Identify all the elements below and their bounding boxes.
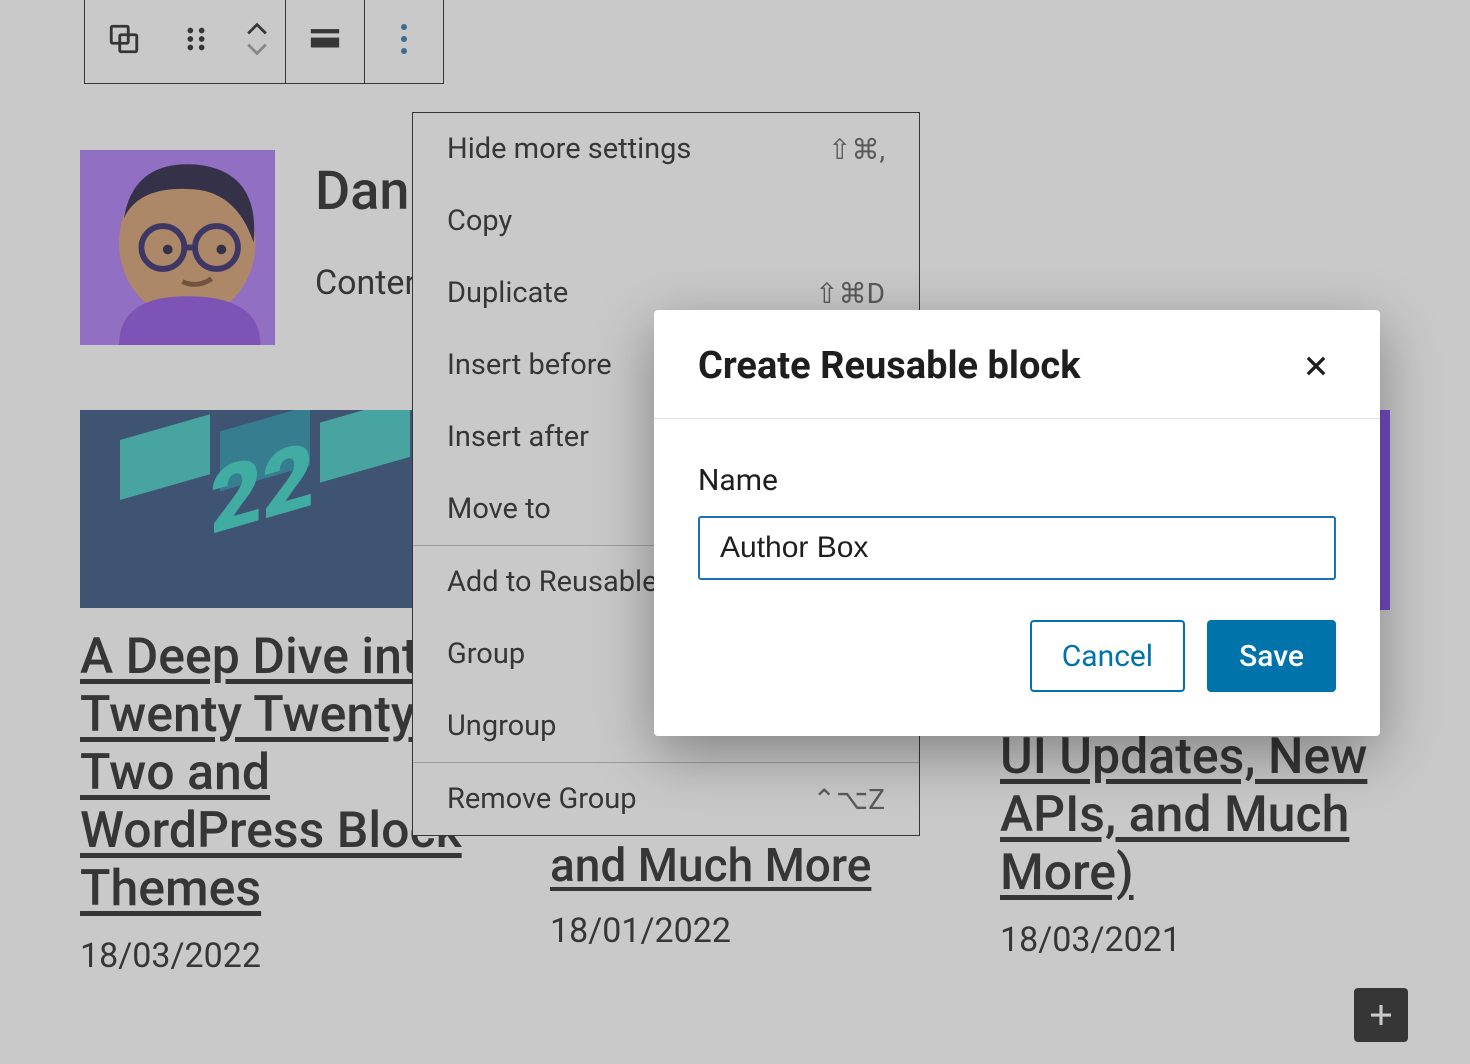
name-field-label: Name — [698, 463, 1336, 498]
block-type-button[interactable] — [85, 0, 163, 83]
name-input[interactable] — [698, 516, 1336, 580]
post-title[interactable]: and Much More — [550, 840, 928, 893]
plus-icon — [1366, 1000, 1396, 1030]
cancel-button[interactable]: Cancel — [1030, 620, 1185, 692]
save-button[interactable]: Save — [1207, 620, 1336, 692]
close-button[interactable] — [1296, 346, 1336, 386]
menu-item-label: Group — [447, 637, 525, 671]
modal-title: Create Reusable block — [698, 344, 1081, 388]
menu-item-label: Hide more settings — [447, 132, 691, 166]
more-options-button[interactable] — [365, 0, 443, 83]
menu-item-remove-group[interactable]: Remove Group ⌃⌥Z — [413, 763, 919, 835]
drag-handle[interactable] — [163, 0, 229, 83]
create-reusable-block-modal: Create Reusable block Name Cancel Save — [654, 310, 1380, 736]
menu-item-shortcut: ⌃⌥Z — [812, 783, 885, 816]
menu-item-label: Copy — [447, 204, 512, 238]
menu-item-label: Insert after — [447, 420, 589, 454]
menu-item-label: Ungroup — [447, 709, 556, 743]
add-block-button[interactable] — [1354, 988, 1408, 1042]
menu-item-shortcut: ⇧⌘D — [815, 277, 885, 310]
menu-item-label: Insert before — [447, 348, 612, 382]
post-date: 18/03/2022 — [80, 936, 470, 976]
chevron-up-icon[interactable] — [246, 22, 268, 36]
avatar — [80, 150, 275, 345]
post-date: 18/01/2022 — [550, 911, 928, 951]
post-date: 18/03/2021 — [1000, 920, 1390, 960]
menu-item-copy[interactable]: Copy — [413, 185, 919, 257]
chevron-down-icon[interactable] — [246, 42, 268, 56]
align-button[interactable] — [286, 0, 364, 83]
menu-item-hide-settings[interactable]: Hide more settings ⇧⌘, — [413, 113, 919, 185]
menu-item-label: Move to — [447, 492, 551, 526]
block-mover[interactable] — [229, 22, 285, 56]
menu-item-label: Duplicate — [447, 276, 568, 310]
menu-item-shortcut: ⇧⌘, — [828, 133, 885, 166]
more-vertical-icon — [401, 24, 407, 54]
block-toolbar — [84, 0, 444, 84]
author-box[interactable]: Dan Content — [80, 150, 434, 345]
menu-item-label: Remove Group — [447, 782, 637, 816]
close-icon — [1302, 352, 1330, 380]
